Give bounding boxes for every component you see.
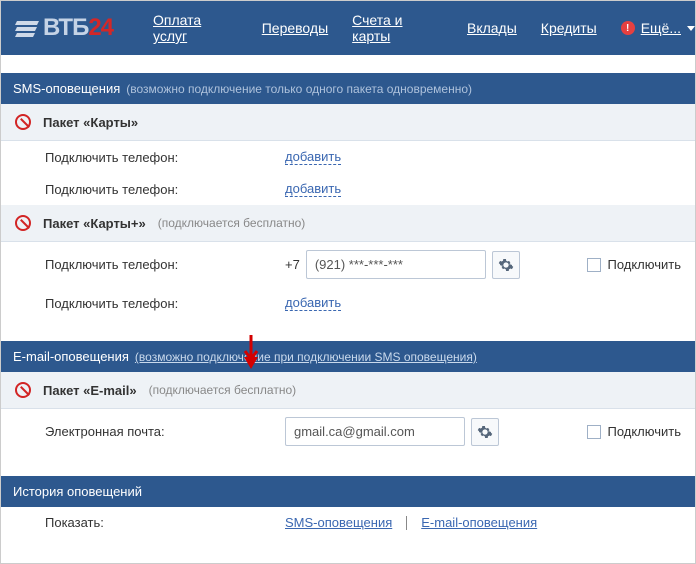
phone-label: Подключить телефон: xyxy=(45,150,285,165)
sms-pkg1-phone2-row: Подключить телефон: добавить xyxy=(1,173,695,205)
phone-label: Подключить телефон: xyxy=(45,257,285,272)
phone-prefix: +7 xyxy=(285,257,300,272)
history-email-link[interactable]: E-mail-оповещения xyxy=(421,515,537,530)
sms-pkg1-phone1-row: Подключить телефон: добавить xyxy=(1,141,695,173)
forbidden-icon xyxy=(15,114,31,130)
brand-text: ВТБ24 xyxy=(43,14,113,42)
nav-credits[interactable]: Кредиты xyxy=(541,20,597,36)
forbidden-icon xyxy=(15,215,31,231)
section-email-title: E-mail-оповещения xyxy=(13,349,129,364)
connect-checkbox[interactable] xyxy=(587,425,601,439)
brand-wing-icon xyxy=(15,19,41,37)
sms-pkg2-phone1-row: Подключить телефон: +7 Подключить xyxy=(1,242,695,287)
add-phone-link[interactable]: добавить xyxy=(285,295,341,311)
sms-package-cards-plus-note: (подключается бесплатно) xyxy=(158,216,306,230)
sms-package-cards-header: Пакет «Карты» xyxy=(1,104,695,141)
email-input[interactable] xyxy=(285,417,465,446)
alert-icon: ! xyxy=(621,21,635,35)
settings-button[interactable] xyxy=(471,418,499,446)
email-package-title: Пакет «E-mail» xyxy=(43,383,137,398)
email-package-header: Пакет «E-mail» (подключается бесплатно) xyxy=(1,372,695,409)
brand-logo: ВТБ24 xyxy=(15,14,113,42)
section-email-note: (возможно подключение при подключении SM… xyxy=(135,350,477,364)
settings-button[interactable] xyxy=(492,251,520,279)
divider xyxy=(406,516,407,530)
phone-input-block: +7 xyxy=(285,250,520,279)
app-header: ВТБ24 Оплата услуг Переводы Счета и карт… xyxy=(1,1,695,55)
main-nav: Оплата услуг Переводы Счета и карты Вкла… xyxy=(153,12,695,44)
connect-block: Подключить xyxy=(587,257,681,272)
history-sms-link[interactable]: SMS-оповещения xyxy=(285,515,392,530)
gear-icon xyxy=(477,424,493,440)
sms-pkg2-phone2-row: Подключить телефон: добавить xyxy=(1,287,695,319)
sms-package-cards-plus-title: Пакет «Карты+» xyxy=(43,216,146,231)
section-history-header: История оповещений xyxy=(1,476,695,507)
history-filter-row: Показать: SMS-оповещения E-mail-оповещен… xyxy=(1,507,695,538)
email-package-note: (подключается бесплатно) xyxy=(149,383,297,397)
phone-label: Подключить телефон: xyxy=(45,296,285,311)
nav-more-link[interactable]: Ещё... xyxy=(641,20,681,36)
nav-cards[interactable]: Счета и карты xyxy=(352,12,443,44)
add-phone-link[interactable]: добавить xyxy=(285,181,341,197)
phone-input[interactable] xyxy=(306,250,486,279)
connect-block: Подключить xyxy=(587,424,681,439)
nav-more[interactable]: ! Ещё... xyxy=(621,20,695,36)
connect-label: Подключить xyxy=(607,424,681,439)
email-input-block xyxy=(285,417,499,446)
history-show-label: Показать: xyxy=(45,515,285,530)
section-email-header: E-mail-оповещения (возможно подключение … xyxy=(1,341,695,372)
forbidden-icon xyxy=(15,382,31,398)
section-history-title: История оповещений xyxy=(13,484,142,499)
connect-checkbox[interactable] xyxy=(587,258,601,272)
phone-label: Подключить телефон: xyxy=(45,182,285,197)
section-sms-header: SMS-оповещения (возможно подключение тол… xyxy=(1,73,695,104)
gear-icon xyxy=(498,257,514,273)
nav-deposits[interactable]: Вклады xyxy=(467,20,517,36)
sms-package-cards-plus-header: Пакет «Карты+» (подключается бесплатно) xyxy=(1,205,695,242)
add-phone-link[interactable]: добавить xyxy=(285,149,341,165)
email-row: Электронная почта: Подключить xyxy=(1,409,695,454)
nav-transfers[interactable]: Переводы xyxy=(262,20,328,36)
email-label: Электронная почта: xyxy=(45,424,285,439)
sms-package-cards-title: Пакет «Карты» xyxy=(43,115,138,130)
section-sms-note: (возможно подключение только одного паке… xyxy=(126,82,472,96)
connect-label: Подключить xyxy=(607,257,681,272)
nav-payments[interactable]: Оплата услуг xyxy=(153,12,238,44)
caret-down-icon xyxy=(687,26,695,31)
section-sms-title: SMS-оповещения xyxy=(13,81,120,96)
